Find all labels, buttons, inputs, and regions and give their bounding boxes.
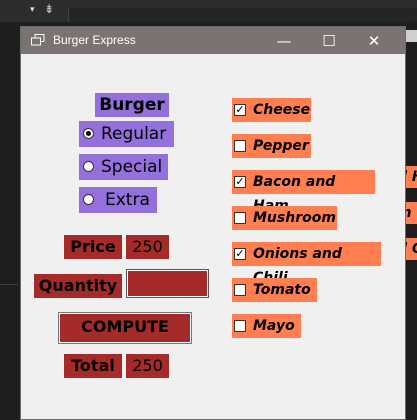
- price-label: Price: [64, 235, 122, 259]
- title-bar[interactable]: Burger Express — ☐ ✕: [21, 27, 405, 54]
- checkbox-pepper-box[interactable]: [234, 140, 246, 152]
- maximize-button[interactable]: ☐: [306, 27, 352, 54]
- dropdown-arrow-icon[interactable]: ▾: [30, 5, 35, 15]
- burger-express-window: Burger Express — ☐ ✕ Burger Regular Spec…: [20, 26, 406, 420]
- checkbox-mayo[interactable]: Mayo: [232, 314, 301, 338]
- checkbox-mushroom-box[interactable]: [234, 212, 246, 224]
- splitter-icon[interactable]: ⇟: [44, 2, 54, 16]
- checkbox-mayo-box[interactable]: [234, 320, 246, 332]
- radio-regular-indicator[interactable]: [83, 128, 94, 139]
- background-thumbnail: [405, 30, 417, 42]
- close-button[interactable]: ✕: [351, 27, 397, 54]
- checkbox-mushroom[interactable]: Mushroom: [232, 206, 337, 230]
- checkbox-mayo-label: Mayo: [253, 318, 295, 334]
- radio-special-label: Special: [101, 157, 163, 177]
- window-title: Burger Express: [53, 33, 136, 47]
- checkbox-mushroom-label: Mushroom: [253, 210, 336, 226]
- checkbox-pepper[interactable]: Pepper: [232, 134, 311, 158]
- radio-special-indicator[interactable]: [83, 161, 94, 172]
- radio-extra-indicator[interactable]: [83, 194, 94, 205]
- checkbox-onions-and-chili-box[interactable]: ✓: [234, 248, 246, 260]
- quantity-input[interactable]: [126, 269, 209, 298]
- total-value: 250: [126, 354, 169, 378]
- checkbox-onions-and-chili[interactable]: ✓ Onions and Chili: [232, 242, 381, 286]
- radio-regular-label: Regular: [101, 124, 167, 144]
- checkbox-tomato[interactable]: Tomato: [232, 278, 317, 302]
- checkbox-cheese-box[interactable]: ✓: [234, 104, 246, 116]
- background-left-panel: [0, 22, 18, 420]
- total-label: Total: [64, 354, 122, 378]
- checkbox-cheese-label: Cheese: [253, 102, 311, 118]
- minimize-button[interactable]: —: [261, 27, 307, 54]
- checkbox-tomato-box[interactable]: [234, 284, 246, 296]
- radio-regular[interactable]: Regular: [79, 121, 174, 147]
- app-icon: [31, 34, 45, 46]
- compute-button[interactable]: COMPUTE: [58, 312, 192, 344]
- radio-special[interactable]: Special: [79, 154, 168, 180]
- background-tab-strip: [68, 8, 417, 22]
- checkbox-tomato-label: Tomato: [253, 282, 311, 298]
- radio-extra[interactable]: Extra: [79, 187, 157, 213]
- radio-extra-label: Extra: [105, 190, 150, 210]
- quantity-label: Quantity: [34, 274, 122, 298]
- background-toolbar: ▾ ⇟: [0, 0, 417, 22]
- checkbox-bacon-and-ham[interactable]: ✓ Bacon and Ham: [232, 170, 375, 214]
- checkbox-cheese[interactable]: ✓ Cheese: [232, 98, 311, 122]
- checkbox-pepper-label: Pepper: [253, 138, 309, 154]
- price-value: 250: [126, 235, 169, 259]
- checkbox-bacon-and-ham-box[interactable]: ✓: [234, 176, 246, 188]
- burger-heading: Burger: [95, 93, 169, 117]
